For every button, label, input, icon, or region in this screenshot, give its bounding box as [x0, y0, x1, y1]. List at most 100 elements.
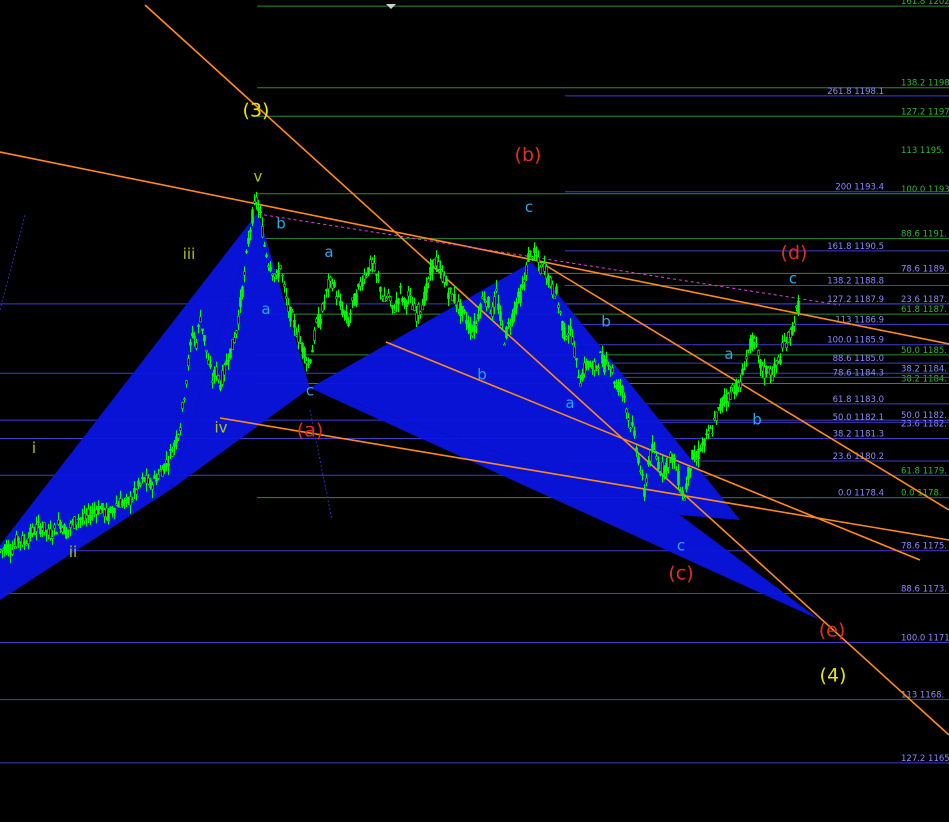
wave-label: b	[752, 410, 762, 428]
candle-body	[205, 349, 208, 352]
fib-mid-label: 138.2 1188.8	[827, 277, 884, 287]
candle-body	[119, 498, 122, 508]
candle-body	[439, 268, 442, 271]
wave-label: c	[789, 270, 797, 288]
candle-body	[595, 365, 598, 368]
candle-body	[481, 296, 484, 299]
candle-body	[131, 499, 134, 502]
candle-body	[515, 301, 518, 308]
fib-label-right: 23.6 1182.	[901, 419, 947, 429]
candle-body	[557, 304, 560, 308]
candle-body	[253, 200, 256, 204]
candle-body	[175, 436, 178, 444]
candle-body	[169, 448, 172, 451]
fib-mid-label: 161.8 1190.5	[827, 242, 884, 252]
fib-label-right: 88.6 1173.	[901, 585, 947, 595]
candle-body	[565, 336, 568, 340]
fib-mid-label: 23.6 1180.2	[833, 452, 884, 462]
candle-body	[379, 286, 382, 292]
wave-label: iii	[183, 245, 196, 263]
candle-body	[241, 286, 244, 297]
candle-body	[635, 447, 638, 453]
candle-body	[729, 391, 732, 400]
wave-label: a	[565, 394, 574, 412]
candle-body	[625, 408, 628, 414]
candle-body	[177, 434, 180, 439]
candle-body	[421, 304, 424, 311]
candle-body	[683, 497, 686, 501]
candle-body	[125, 497, 128, 499]
candle-body	[581, 372, 584, 380]
candle-body	[505, 326, 508, 339]
candle-body	[307, 364, 310, 366]
wave-label: c	[306, 382, 314, 400]
candle-body	[73, 516, 76, 529]
candle-body	[571, 336, 574, 344]
candle-body	[559, 311, 562, 314]
candle-body	[675, 469, 678, 472]
fib-mid-label: 100.0 1185.9	[827, 336, 884, 346]
candle-body	[781, 342, 784, 349]
candle-body	[69, 523, 72, 528]
candle-body	[365, 275, 368, 278]
candle-body	[279, 265, 282, 270]
fib-mid-label: 38.2 1181.3	[833, 430, 884, 440]
candle-body	[229, 348, 232, 359]
candle-body	[345, 311, 348, 320]
candle-body	[173, 442, 176, 447]
candle-body	[115, 503, 118, 506]
candle-body	[633, 430, 636, 436]
fib-label-right: 38.2 1184.	[901, 374, 947, 384]
candle-body	[97, 505, 100, 514]
candle-body	[739, 381, 742, 388]
candle-body	[109, 506, 112, 512]
candle-body	[573, 346, 576, 358]
fib-mid-label: 88.6 1185.0	[833, 354, 884, 364]
candle-body	[291, 310, 294, 313]
candle-body	[27, 538, 30, 544]
wave-label: ii	[69, 543, 77, 561]
candle-body	[53, 524, 56, 529]
candle-body	[55, 532, 58, 535]
candle-body	[171, 451, 174, 457]
candle-body	[193, 335, 196, 339]
candle-body	[753, 338, 756, 343]
candle-body	[607, 364, 610, 367]
candle-body	[289, 306, 292, 322]
candle-body	[91, 509, 94, 514]
fib-label-right: 138.2 1198.5	[901, 79, 949, 89]
candle-body	[527, 253, 530, 262]
candle-body	[7, 544, 10, 553]
candle-body	[333, 282, 336, 287]
candle-body	[657, 462, 660, 470]
wave-label: b	[276, 214, 286, 232]
candle-body	[689, 468, 692, 472]
candle-body	[123, 499, 126, 504]
candle-body	[9, 552, 12, 555]
candle-body	[319, 319, 322, 324]
fib-label-right: 88.6 1191.	[901, 230, 947, 240]
candle-body	[167, 463, 170, 467]
candle-body	[135, 489, 138, 495]
candle-body	[199, 316, 202, 323]
candle-body	[471, 331, 474, 336]
fib-label-right: 61.8 1187.	[901, 305, 947, 315]
candle-body	[757, 350, 760, 356]
candle-body	[121, 501, 124, 506]
candle-body	[195, 342, 198, 349]
candle-body	[209, 364, 212, 368]
candle-body	[157, 473, 160, 479]
candle-body	[285, 295, 288, 300]
candle-body	[445, 278, 448, 286]
candle-body	[629, 427, 632, 430]
wave-label: iv	[214, 418, 227, 436]
candle-body	[479, 303, 482, 312]
fib-label-right: 161.8 1202.5	[901, 0, 949, 7]
candle-body	[507, 322, 510, 325]
candle-body	[643, 489, 646, 497]
wave-label: c	[525, 198, 533, 216]
candle-body	[81, 516, 84, 520]
candle-body	[3, 546, 6, 550]
candle-body	[501, 324, 504, 326]
candle-body	[637, 456, 640, 464]
